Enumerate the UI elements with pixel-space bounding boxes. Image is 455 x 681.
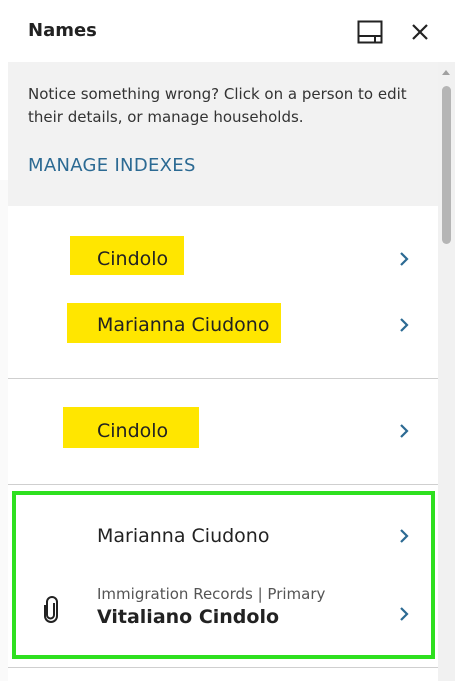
list-item[interactable]: Marianna Ciudono (8, 510, 438, 566)
person-name: Marianna Ciudono (97, 525, 270, 547)
group-divider (8, 667, 438, 668)
person-name: Cindolo (97, 248, 169, 270)
chevron-right-icon (400, 318, 409, 332)
panel-dock-button[interactable] (356, 18, 384, 46)
list-item[interactable]: Cindolo (8, 230, 438, 290)
person-name: Marianna Ciudono (97, 314, 270, 336)
chevron-right-icon (400, 424, 409, 438)
notice-box: Notice something wrong? Click on a perso… (8, 62, 438, 206)
scrollbar[interactable] (438, 62, 455, 681)
chevron-right-icon (400, 252, 409, 266)
person-name: Vitaliano Cindolo (97, 606, 280, 628)
record-subtitle: Immigration Records | Primary (97, 585, 326, 603)
panel-header: Names (8, 0, 455, 62)
notice-text: Notice something wrong? Click on a perso… (28, 85, 407, 126)
paperclip-icon (44, 596, 58, 623)
close-icon (412, 24, 428, 40)
names-panel: Names Notice something wrong? Click on a… (8, 0, 455, 681)
close-button[interactable] (406, 18, 434, 46)
group-divider (8, 378, 438, 379)
panel-title: Names (28, 20, 97, 41)
scroll-thumb[interactable] (442, 86, 451, 244)
chevron-right-icon (400, 607, 409, 621)
manage-indexes-link[interactable]: MANAGE INDEXES (28, 155, 196, 176)
panel-dock-icon (357, 20, 383, 44)
chevron-right-icon (400, 529, 409, 543)
list-item[interactable]: Cindolo (8, 400, 438, 462)
group-divider (8, 484, 438, 485)
scroll-up-arrow[interactable] (442, 70, 450, 75)
list-item[interactable]: Marianna Ciudono (8, 296, 438, 356)
person-name: Cindolo (97, 420, 169, 442)
list-item[interactable]: Immigration Records | Primary Vitaliano … (8, 578, 438, 642)
